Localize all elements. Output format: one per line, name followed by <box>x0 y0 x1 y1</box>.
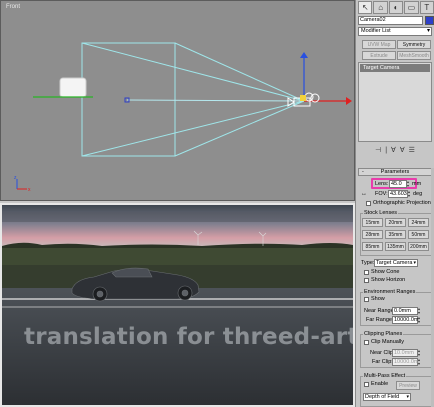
clip-manually-checkbox[interactable] <box>364 340 369 345</box>
modify-tab-icon[interactable]: ⌂ <box>373 1 388 14</box>
create-tab-icon[interactable]: ↖ <box>358 1 373 14</box>
far-range-field[interactable]: 10000.0m <box>392 316 418 324</box>
camera-type-value: Target Camera <box>376 260 413 266</box>
meshsmooth-button[interactable]: MeshSmooth <box>397 51 431 60</box>
lens-24mm-button[interactable]: 24mm <box>408 218 429 227</box>
object-color-swatch[interactable] <box>425 16 434 25</box>
extrude-button[interactable]: Extrude <box>362 51 396 60</box>
far-clip-label: Far Clip: <box>372 359 393 365</box>
car-object <box>59 77 87 98</box>
uvw-map-button[interactable]: UVW Map <box>362 40 396 49</box>
near-clip-spinner-icon[interactable]: ▴ ▾ <box>418 349 422 357</box>
collapse-icon: - <box>362 169 364 175</box>
multipass-enable-checkbox[interactable] <box>364 382 369 387</box>
lens-200mm-button[interactable]: 200mm <box>408 242 429 251</box>
stack-item-target-camera[interactable]: Target Camera <box>360 64 430 72</box>
near-range-spinner-icon[interactable]: ▴ ▾ <box>418 307 422 315</box>
front-viewport[interactable]: Front z x <box>0 0 355 201</box>
lens-28mm-button[interactable]: 28mm <box>362 230 383 239</box>
chevron-down-icon: ▾ <box>406 394 409 400</box>
show-cone-label: Show Cone <box>371 269 400 275</box>
orthographic-label: Orthographic Projection <box>373 200 431 206</box>
near-range-label: Near Range: <box>364 308 396 314</box>
far-range-spinner-icon[interactable]: ▴ ▾ <box>418 316 422 324</box>
clip-manually-label: Clip Manually <box>371 339 405 345</box>
parameters-title: Parameters <box>380 169 410 175</box>
lens-20mm-button[interactable]: 20mm <box>385 218 406 227</box>
lens-field[interactable]: 45.0 <box>389 180 407 188</box>
stack-tools: ⊣ | ∀ ∀ ☰ <box>358 144 432 156</box>
lens-35mm-button[interactable]: 35mm <box>385 230 406 239</box>
show-horizon-checkbox[interactable] <box>364 278 369 283</box>
watermark-text: translation for threed-art-com <box>24 324 355 350</box>
chevron-down-icon: ▾ <box>413 260 416 266</box>
camera-viewport[interactable]: translation for threed-art-com <box>0 203 355 407</box>
command-panel-tabs: ↖ ⌂ ◐ ▭ T <box>358 1 434 14</box>
lens-135mm-button[interactable]: 135mm <box>385 242 406 251</box>
chevron-down-icon: ▾ <box>426 28 430 34</box>
object-name-row: Camera02 <box>358 16 434 25</box>
remove-modifier-icon[interactable]: ∀ <box>400 146 405 154</box>
effect-select[interactable]: Depth of Field ▾ <box>363 393 411 401</box>
modifier-stack: Target Camera <box>358 62 432 142</box>
object-name-field[interactable]: Camera02 <box>358 16 423 25</box>
fov-field[interactable]: 43.603 <box>388 190 408 198</box>
near-range-field[interactable]: 0.0mm <box>392 307 418 315</box>
configure-sets-icon[interactable]: ☰ <box>409 146 415 154</box>
lens-15mm-button[interactable]: 15mm <box>362 218 383 227</box>
modifier-list-label: Modifier List <box>361 28 391 34</box>
multipass-enable-label: Enable <box>371 381 389 387</box>
clipping-planes-title: Clipping Planes <box>363 331 404 338</box>
near-clip-field[interactable]: 10.0mm <box>392 349 418 357</box>
make-unique-icon[interactable]: ∀ <box>391 146 396 154</box>
sky <box>2 205 353 246</box>
frustum-edge <box>81 42 305 102</box>
fov-unit: deg <box>413 191 423 197</box>
far-range-label: Far Range: <box>366 317 394 323</box>
pin-stack-icon[interactable]: ⊣ <box>375 146 381 154</box>
effect-value: Depth of Field <box>365 394 400 400</box>
type-label: Type: <box>361 260 375 266</box>
lens-85mm-button[interactable]: 85mm <box>362 242 383 251</box>
lens-spinner-icon[interactable]: ▴ ▾ <box>407 180 411 188</box>
utilities-tab-icon[interactable]: T <box>419 1 434 14</box>
camera-viewport-scene <box>2 205 353 405</box>
parameters-rollout-header[interactable]: - Parameters <box>358 168 432 176</box>
env-show-label: Show <box>371 296 385 302</box>
lens-50mm-button[interactable]: 50mm <box>408 230 429 239</box>
camera-target-line <box>126 99 305 102</box>
fov-label: FOV: <box>375 191 388 197</box>
stock-lenses-title: Stock Lenses <box>363 210 399 217</box>
orthographic-checkbox[interactable] <box>366 201 371 206</box>
near-clip-label: Near Clip: <box>370 350 395 356</box>
multi-pass-effect-title: Multi-Pass Effect <box>363 373 407 380</box>
fov-direction-icon[interactable]: ↔ <box>361 190 367 198</box>
far-clip-spinner-icon[interactable]: ▴ ▾ <box>418 358 422 366</box>
modifier-list-dropdown[interactable]: Modifier List ▾ <box>358 27 432 36</box>
env-show-checkbox[interactable] <box>364 297 369 302</box>
lens-label: Lens: <box>375 181 389 187</box>
lens-unit: mm <box>412 181 422 187</box>
gizmo-center <box>300 95 306 101</box>
hierarchy-tab-icon[interactable]: ◐ <box>388 1 404 14</box>
frustum-edge <box>81 100 305 157</box>
environment-ranges-title: Environment Ranges <box>363 289 417 296</box>
preview-button[interactable]: Preview <box>396 381 420 390</box>
show-cone-checkbox[interactable] <box>364 270 369 275</box>
fov-spinner-icon[interactable]: ▴ ▾ <box>408 190 412 198</box>
camera-type-select[interactable]: Target Camera ▾ <box>374 259 418 267</box>
command-panel: ↖ ⌂ ◐ ▭ T Camera02 Modifier List ▾ UVW M… <box>355 0 434 407</box>
symmetry-button[interactable]: Symmetry <box>397 40 431 49</box>
front-viewport-scene: z x <box>14 42 352 193</box>
show-horizon-label: Show Horizon <box>371 277 406 283</box>
show-end-result-icon[interactable]: | <box>385 147 387 154</box>
display-tab-icon[interactable]: ▭ <box>404 1 419 14</box>
far-clip-field[interactable]: 10000.0m <box>392 358 418 366</box>
svg-text:x: x <box>28 187 31 193</box>
